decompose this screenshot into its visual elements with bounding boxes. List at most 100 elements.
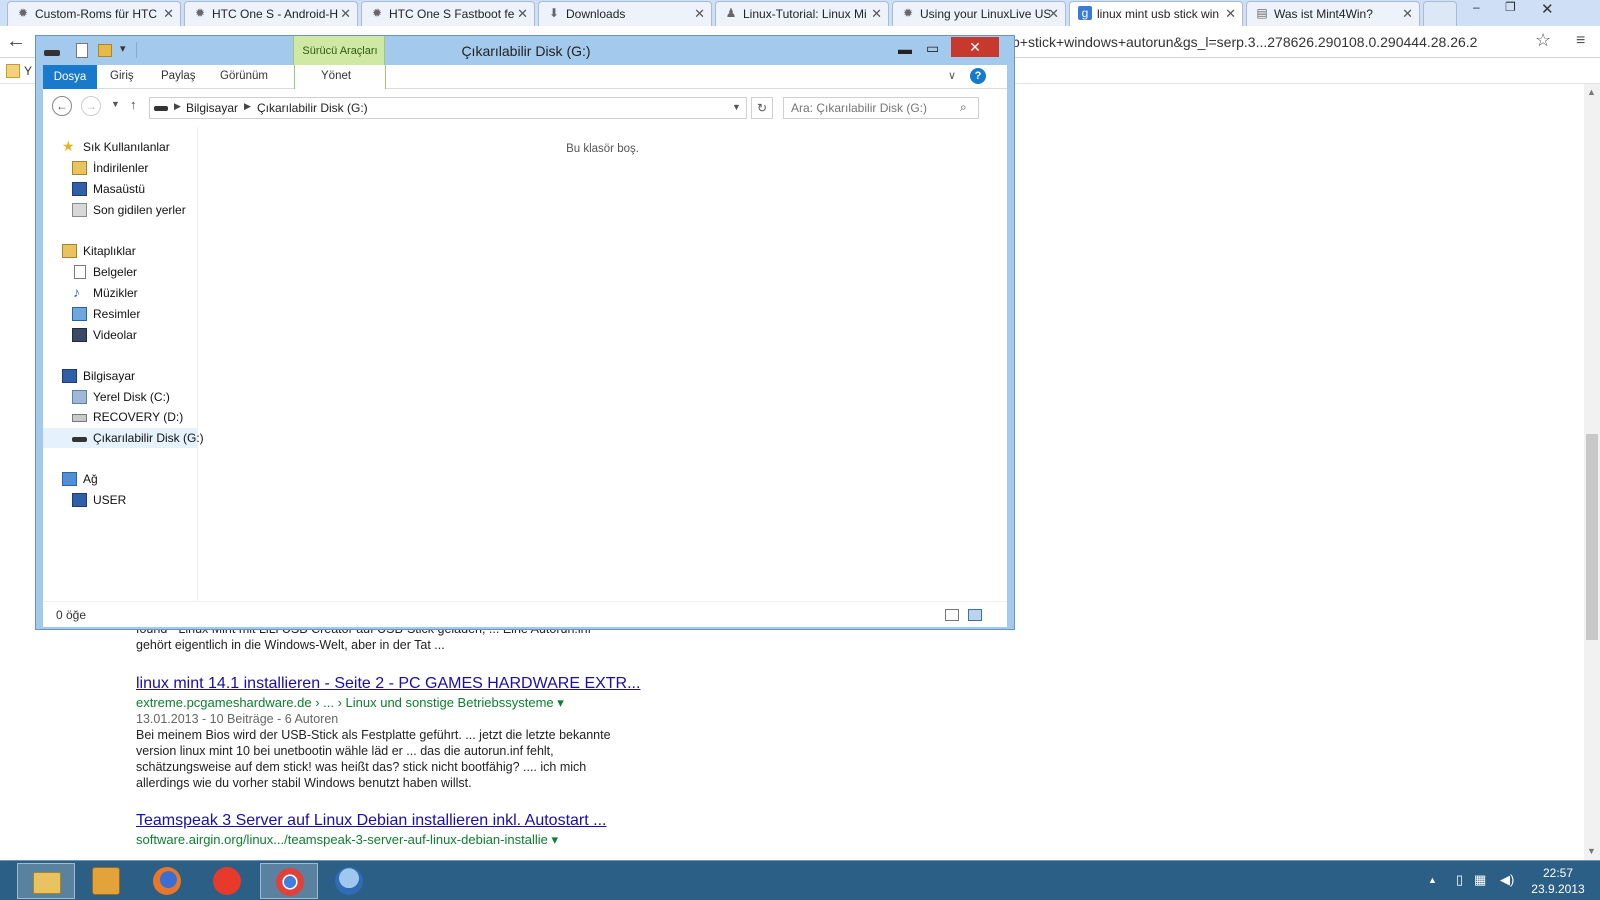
breadcrumb-removable-disk[interactable]: Çıkarılabilir Disk (G:) (257, 101, 368, 115)
network-icon (62, 472, 77, 486)
music-icon: ♪ (73, 284, 80, 300)
result2-snippet-line1: Bei meinem Bios wird der USB-Stick als F… (136, 728, 611, 742)
help-icon[interactable]: ? (970, 68, 986, 84)
properties-icon[interactable] (76, 43, 88, 58)
scroll-up-icon[interactable]: ▲ (1587, 87, 1596, 97)
explorer-title-bar[interactable]: ▾ Sürücü Araçları Çıkarılabilir Disk (G:… (36, 36, 1014, 65)
search-input[interactable] (783, 97, 979, 119)
large-icons-view-icon[interactable] (968, 609, 982, 621)
tab-close-icon[interactable]: ✕ (1402, 6, 1413, 22)
tray-expand-icon[interactable]: ▲ (1428, 875, 1437, 885)
browser-minimize-icon[interactable]: – (1473, 0, 1480, 14)
result3-url[interactable]: software.airgin.org/linux.../teamspeak-3… (136, 832, 558, 848)
network-icon[interactable]: ▦ (1474, 872, 1486, 888)
tab-share[interactable]: Paylaş (161, 70, 196, 82)
maximize-icon[interactable]: ▭ (926, 40, 939, 57)
chrome-menu-icon[interactable]: ≡ (1576, 32, 1585, 50)
details-view-icon[interactable] (945, 609, 959, 621)
bookmark-star-icon[interactable]: ☆ (1535, 30, 1551, 51)
scrollbar-thumb[interactable] (1586, 434, 1598, 640)
nav-computer[interactable]: Bilgisayar (43, 366, 198, 386)
customize-quick-access-icon[interactable]: ▾ (120, 42, 126, 55)
result3-title-link[interactable]: Teamspeak 3 Server auf Linux Debian inst… (136, 812, 606, 830)
browser-tab[interactable]: ▤ Was ist Mint4Win? ✕ (1246, 1, 1420, 26)
browser-tab[interactable]: ✹ Custom-Roms für HTC ✕ (7, 1, 181, 26)
nav-recovery-d[interactable]: RECOVERY (D:) (43, 407, 198, 427)
scroll-down-icon[interactable]: ▼ (1587, 846, 1596, 856)
bookmarks-folder-icon[interactable] (6, 64, 20, 78)
refresh-icon[interactable]: ↻ (751, 97, 773, 119)
breadcrumb-computer[interactable]: Bilgisayar (186, 101, 238, 115)
page-scrollbar[interactable]: ▲ ▼ (1584, 84, 1600, 860)
result2-snippet-line4: allerdings wie du vorher stabil Windows … (136, 776, 472, 790)
forward-arrow-icon[interactable]: → (81, 96, 101, 116)
nav-libraries[interactable]: Kitaplıklar (43, 241, 198, 261)
tab-close-icon[interactable]: ✕ (340, 6, 351, 22)
taskbar-firefox[interactable] (138, 863, 196, 899)
tab-close-icon[interactable]: ✕ (1225, 6, 1236, 22)
nav-user[interactable]: USER (43, 490, 198, 510)
new-folder-icon[interactable] (98, 44, 112, 57)
browser-tab-title: HTC One S - Android-H (212, 7, 339, 21)
nav-videos[interactable]: Videolar (43, 325, 198, 345)
result2-snippet-line2: version linux mint 10 bei unetbootin wäh… (136, 744, 554, 758)
tab-home[interactable]: Giriş (110, 70, 134, 82)
taskbar-media-player[interactable] (77, 863, 135, 899)
close-button[interactable]: ✕ (951, 37, 999, 57)
back-arrow-icon[interactable]: ← (6, 30, 26, 53)
result2-url[interactable]: extreme.pcgameshardware.de › ... › Linux… (136, 695, 564, 711)
back-arrow-icon[interactable]: ← (52, 96, 72, 116)
taskbar-thunderbird[interactable] (320, 863, 378, 899)
breadcrumb-separator-icon[interactable]: ▶ (244, 101, 251, 112)
battery-icon[interactable]: ▯ (1456, 872, 1463, 888)
taskbar-yandex[interactable] (198, 863, 256, 899)
clock-date[interactable]: 23.9.2013 (1520, 882, 1596, 896)
clock-time[interactable]: 22:57 (1528, 866, 1588, 880)
network-computer-icon (72, 493, 87, 507)
browser-tab[interactable]: ✹ Using your LinuxLive US ✕ (892, 1, 1066, 26)
nav-documents[interactable]: Belgeler (43, 262, 198, 282)
nav-desktop[interactable]: Masaüstü (43, 179, 198, 199)
result2-title-link[interactable]: linux mint 14.1 installieren - Seite 2 -… (136, 675, 640, 693)
browser-close-icon[interactable]: ✕ (1541, 0, 1554, 18)
up-arrow-icon[interactable]: ↑ (130, 97, 137, 112)
tab-close-icon[interactable]: ✕ (517, 6, 528, 22)
nav-music[interactable]: ♪ Müzikler (43, 283, 198, 303)
nav-network[interactable]: Ağ (43, 469, 198, 489)
taskbar-explorer[interactable] (17, 863, 75, 899)
browser-restore-icon[interactable]: ❐ (1505, 0, 1516, 14)
search-icon[interactable]: ⌕ (960, 100, 967, 115)
nav-local-disk-c[interactable]: Yerel Disk (C:) (43, 387, 198, 407)
minimize-icon[interactable]: ▬ (898, 41, 912, 57)
tab-close-icon[interactable]: ✕ (163, 6, 174, 22)
tab-file[interactable]: Dosya (43, 65, 97, 89)
gear-icon: ✹ (371, 6, 383, 20)
recent-locations-icon[interactable]: ▼ (111, 99, 120, 109)
nav-recent-places[interactable]: Son gidilen yerler (43, 200, 198, 220)
firefox-icon (153, 867, 181, 895)
browser-tab[interactable]: ✹ HTC One S Fastboot fe ✕ (361, 1, 535, 26)
nav-removable-g[interactable]: Çıkarılabilir Disk (G:) (43, 428, 204, 448)
nav-favorites[interactable]: ★ Sık Kullanılanlar (43, 137, 198, 157)
nav-pictures[interactable]: Resimler (43, 304, 198, 324)
tab-close-icon[interactable]: ✕ (694, 6, 705, 22)
volume-icon[interactable]: ◀) (1500, 872, 1514, 888)
address-bar-text[interactable]: p+stick+windows+autorun&gs_l=serp.3...27… (1012, 34, 1530, 54)
browser-tab[interactable]: g linux mint usb stick win ✕ (1069, 1, 1243, 26)
explorer-navigation-bar: ← → ▼ ↑ ▶ Bilgisayar ▶ Çıkarılabilir Dis… (43, 89, 1007, 127)
expand-ribbon-icon[interactable]: ∨ (948, 69, 956, 82)
new-tab-button[interactable] (1423, 1, 1457, 26)
tab-manage[interactable]: Yönet (321, 70, 351, 82)
browser-tab[interactable]: ✹ HTC One S - Android-H ✕ (184, 1, 358, 26)
browser-tab[interactable]: ♟ Linux-Tutorial: Linux Mi ✕ (715, 1, 889, 26)
tab-view[interactable]: Görünüm (220, 70, 268, 82)
nav-downloads[interactable]: İndirilenler (43, 158, 198, 178)
bookmark-label[interactable]: Y (24, 64, 32, 78)
browser-tab[interactable]: ⬇ Downloads ✕ (538, 1, 712, 26)
address-dropdown-icon[interactable]: ▼ (732, 102, 741, 112)
breadcrumb-separator-icon[interactable]: ▶ (174, 101, 181, 112)
tab-close-icon[interactable]: ✕ (1048, 6, 1059, 22)
taskbar-chrome[interactable] (260, 863, 318, 899)
address-bar[interactable]: ▶ Bilgisayar ▶ Çıkarılabilir Disk (G:) ▼ (149, 97, 747, 119)
tab-close-icon[interactable]: ✕ (871, 6, 882, 22)
